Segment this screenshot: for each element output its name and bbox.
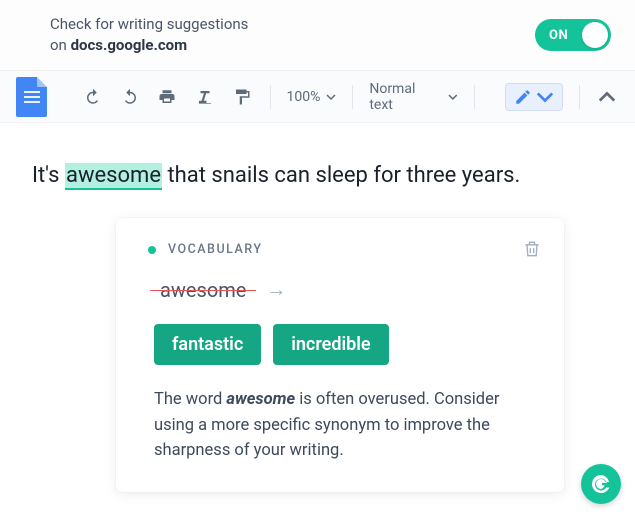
print-icon[interactable] bbox=[156, 85, 179, 109]
document-body[interactable]: It's awesome that snails can sleep for t… bbox=[0, 123, 635, 492]
extension-header: Check for writing suggestions on docs.go… bbox=[0, 0, 635, 71]
toggle-knob bbox=[582, 22, 608, 48]
pencil-icon bbox=[514, 88, 532, 106]
original-word: awesome bbox=[154, 278, 252, 302]
toggle-label: ON bbox=[549, 28, 568, 43]
suggestion-chips: fantastic incredible bbox=[154, 324, 536, 365]
chevron-down-icon bbox=[326, 92, 336, 102]
enable-toggle[interactable]: ON bbox=[535, 19, 611, 51]
sentence-before: It's bbox=[32, 163, 65, 188]
undo-icon[interactable] bbox=[81, 85, 104, 109]
editing-mode-dropdown[interactable] bbox=[505, 83, 563, 111]
prompt-line1: Check for writing suggestions bbox=[50, 15, 248, 33]
grammarly-badge[interactable] bbox=[581, 464, 621, 504]
paint-format-icon[interactable] bbox=[230, 85, 253, 109]
chevron-down-icon bbox=[448, 92, 458, 102]
chevron-down-icon bbox=[536, 88, 554, 106]
text-style-value: Normal text bbox=[369, 81, 440, 113]
replace-row: awesome → bbox=[154, 277, 536, 302]
zoom-value: 100% bbox=[287, 89, 321, 105]
separator bbox=[474, 85, 475, 109]
grammarly-g-icon bbox=[589, 472, 613, 496]
card-header: VOCABULARY bbox=[148, 242, 536, 257]
explanation-text: The word awesome is often overused. Cons… bbox=[154, 387, 536, 464]
suggestion-card: VOCABULARY awesome → fantastic incredibl… bbox=[116, 218, 564, 492]
text-style-dropdown[interactable]: Normal text bbox=[369, 81, 457, 113]
category-dot-icon bbox=[148, 246, 156, 254]
separator bbox=[579, 85, 580, 109]
explain-word: awesome bbox=[226, 390, 295, 409]
prompt-domain: docs.google.com bbox=[71, 36, 188, 54]
highlighted-word[interactable]: awesome bbox=[65, 163, 162, 190]
explain-pre: The word bbox=[154, 390, 226, 409]
redo-icon[interactable] bbox=[118, 85, 141, 109]
docs-toolbar: 100% Normal text bbox=[0, 71, 635, 123]
suggestion-chip[interactable]: incredible bbox=[273, 324, 388, 365]
document-sentence: It's awesome that snails can sleep for t… bbox=[32, 163, 520, 190]
extension-prompt: Check for writing suggestions on docs.go… bbox=[50, 14, 248, 56]
collapse-toolbar-icon[interactable] bbox=[596, 85, 619, 109]
suggestion-chip[interactable]: fantastic bbox=[154, 324, 261, 365]
separator bbox=[270, 85, 271, 109]
prompt-prefix: on bbox=[50, 36, 71, 54]
docs-logo-icon[interactable] bbox=[16, 77, 47, 117]
dismiss-button[interactable] bbox=[522, 238, 542, 264]
trash-icon bbox=[522, 238, 542, 260]
separator bbox=[352, 85, 353, 109]
arrow-right-icon: → bbox=[266, 277, 286, 302]
clear-formatting-icon[interactable] bbox=[193, 85, 216, 109]
zoom-dropdown[interactable]: 100% bbox=[287, 89, 337, 105]
category-label: VOCABULARY bbox=[168, 242, 263, 257]
sentence-after: that snails can sleep for three years. bbox=[162, 163, 520, 188]
